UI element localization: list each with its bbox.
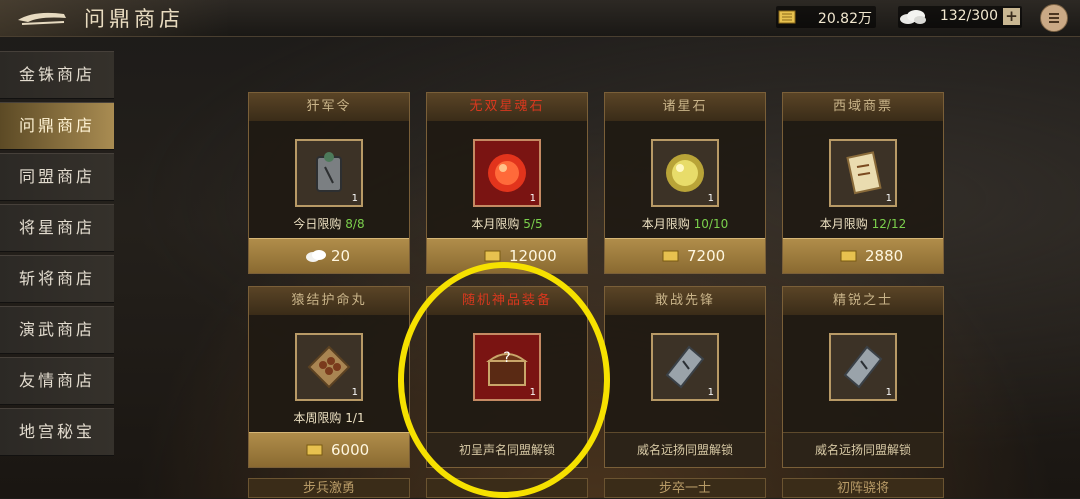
unlock-condition: 威名远扬同盟解锁 — [605, 432, 765, 467]
item-slot: 1 — [651, 333, 719, 401]
sidebar-item-wending[interactable]: 问鼎商店 — [0, 102, 114, 150]
gold-resource: 20.82万 — [776, 6, 876, 28]
limit-value: 8/8 — [345, 217, 365, 231]
silver-token-icon — [665, 345, 705, 389]
card-title: 随机神品装备 — [427, 287, 587, 315]
gold-icon — [662, 250, 679, 262]
gold-icon — [840, 250, 857, 262]
purchase-limit: 本周限购 1/1 — [249, 409, 409, 426]
pills-icon — [307, 345, 351, 389]
shop-card-partial[interactable]: 初阵骁将 — [782, 478, 944, 498]
buy-button[interactable]: 20 — [249, 238, 409, 273]
item-count: 1 — [885, 387, 892, 398]
shop-card[interactable]: 犴军令 1 今日限购 8/8 20 — [248, 92, 410, 274]
chest-icon: ? — [486, 350, 528, 386]
price-value: 12000 — [509, 247, 557, 265]
buy-button[interactable]: 12000 — [427, 238, 587, 273]
item-slot: 1 — [295, 139, 363, 207]
purchase-limit: 本月限购 12/12 — [783, 215, 943, 232]
top-bar: 问鼎商店 20.82万 132/300 + — [0, 0, 1080, 37]
jade-resource: 132/300 + — [898, 6, 1022, 28]
menu-button[interactable] — [1040, 4, 1068, 32]
item-count: 1 — [351, 387, 358, 398]
card-title: 西域商票 — [783, 93, 943, 121]
shop-card-partial[interactable] — [426, 478, 588, 498]
shop-card[interactable]: 敢战先锋 1 威名远扬同盟解锁 — [604, 286, 766, 468]
item-count: 1 — [351, 193, 358, 204]
item-count: 1 — [885, 193, 892, 204]
gold-icon — [306, 444, 323, 456]
buy-button[interactable]: 7200 — [605, 238, 765, 273]
gold-value: 20.82万 — [817, 11, 872, 27]
silver-token-icon — [843, 345, 883, 389]
price-value: 7200 — [687, 247, 726, 265]
red-orb-icon — [488, 154, 526, 192]
card-title: 精锐之士 — [783, 287, 943, 315]
shop-card[interactable]: 精锐之士 1 威名远扬同盟解锁 — [782, 286, 944, 468]
item-count: 1 — [707, 387, 714, 398]
limit-label: 本月限购 — [471, 217, 520, 231]
sidebar-item-yanwu[interactable]: 演武商店 — [0, 306, 114, 354]
svg-text:?: ? — [503, 350, 510, 366]
buy-button[interactable]: 6000 — [249, 432, 409, 467]
sidebar-item-friendship[interactable]: 友情商店 — [0, 357, 114, 405]
unlock-condition: 威名远扬同盟解锁 — [783, 432, 943, 467]
limit-value: 10/10 — [693, 217, 729, 231]
item-count: 1 — [707, 193, 714, 204]
jade-icon — [306, 250, 326, 262]
price-value: 2880 — [865, 247, 904, 265]
gold-ingot-icon — [778, 10, 796, 24]
jade-value: 132/300 — [939, 8, 998, 24]
add-jade-button[interactable]: + — [1003, 8, 1020, 25]
item-slot: 1 — [829, 139, 897, 207]
limit-label: 本周限购 — [293, 411, 342, 425]
sidebar-item-zhanjiang[interactable]: 斩将商店 — [0, 255, 114, 303]
gold-icon — [484, 250, 501, 262]
price-value: 20 — [331, 247, 351, 265]
back-arrow-icon[interactable] — [14, 6, 72, 30]
limit-label: 本月限购 — [819, 217, 868, 231]
limit-value: 12/12 — [871, 217, 907, 231]
card-title: 猿结护命丸 — [249, 287, 409, 315]
purchase-limit: 本月限购 10/10 — [605, 215, 765, 232]
card-title: 无双星魂石 — [427, 93, 587, 121]
limit-label: 今日限购 — [293, 217, 342, 231]
scroll-icon — [846, 151, 882, 195]
item-slot: 1 — [829, 333, 897, 401]
item-slot: 1 — [473, 139, 541, 207]
buy-button[interactable]: 2880 — [783, 238, 943, 273]
sidebar-item-jinzhu[interactable]: 金铢商店 — [0, 51, 114, 99]
purchase-limit: 本月限购 5/5 — [427, 215, 587, 232]
limit-label: 本月限购 — [641, 217, 690, 231]
item-slot: ? 1 — [473, 333, 541, 401]
sidebar-item-jiangxing[interactable]: 将星商店 — [0, 204, 114, 252]
shop-card-partial[interactable]: 步卒一士 — [604, 478, 766, 498]
jade-cloud-icon — [900, 10, 926, 24]
card-title: 诸星石 — [605, 93, 765, 121]
limit-value: 1/1 — [345, 411, 365, 425]
shop-card[interactable]: 随机神品装备 ? 1 初呈声名同盟解锁 — [426, 286, 588, 468]
price-value: 6000 — [331, 441, 370, 459]
card-title: 敢战先锋 — [605, 287, 765, 315]
item-slot: 1 — [651, 139, 719, 207]
item-slot: 1 — [295, 333, 363, 401]
shop-sidebar: 金铢商店 问鼎商店 同盟商店 将星商店 斩将商店 演武商店 友情商店 地宫秘宝 — [0, 51, 114, 459]
limit-value: 5/5 — [523, 217, 543, 231]
card-title: 犴军令 — [249, 93, 409, 121]
sidebar-item-alliance[interactable]: 同盟商店 — [0, 153, 114, 201]
gold-orb-icon — [666, 154, 704, 192]
item-count: 1 — [529, 387, 536, 398]
shop-card[interactable]: 诸星石 1 本月限购 10/10 7200 — [604, 92, 766, 274]
menu-icon — [1049, 13, 1059, 23]
sidebar-item-dungeon-treasure[interactable]: 地宫秘宝 — [0, 408, 114, 456]
shop-card[interactable]: 无双星魂石 1 本月限购 5/5 12000 — [426, 92, 588, 274]
token-icon — [316, 152, 342, 192]
purchase-limit: 今日限购 8/8 — [249, 215, 409, 232]
shop-card-partial[interactable]: 步兵激勇 — [248, 478, 410, 498]
page-title: 问鼎商店 — [84, 7, 184, 31]
item-count: 1 — [529, 193, 536, 204]
shop-card[interactable]: 猿结护命丸 1 本周限购 1/1 6000 — [248, 286, 410, 468]
unlock-condition: 初呈声名同盟解锁 — [427, 432, 587, 467]
shop-card[interactable]: 西域商票 1 本月限购 12/12 2880 — [782, 92, 944, 274]
